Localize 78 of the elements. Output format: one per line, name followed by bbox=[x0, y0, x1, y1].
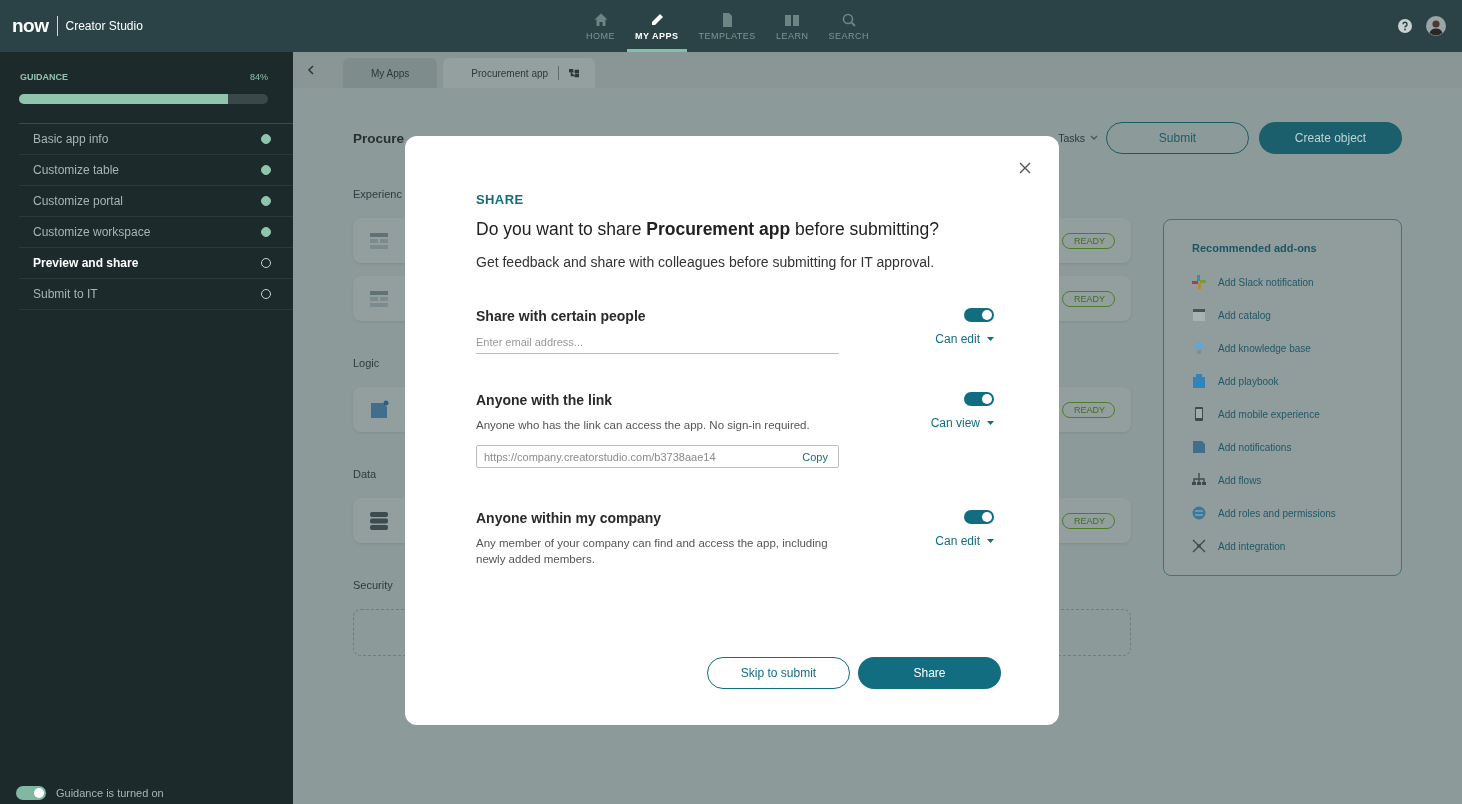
grid-icon bbox=[1192, 275, 1206, 289]
table-icon bbox=[369, 288, 389, 309]
note-icon bbox=[1192, 440, 1206, 454]
skip-button[interactable]: Skip to submit bbox=[707, 657, 850, 689]
guidance-step[interactable]: Submit to IT bbox=[19, 279, 293, 310]
section-label: Security bbox=[353, 578, 393, 592]
dialog-title: Do you want to share Procurement app before submitting? bbox=[476, 219, 940, 240]
addon-link[interactable]: Add playbook bbox=[1218, 375, 1279, 387]
nav-tab[interactable]: LEARN bbox=[767, 0, 817, 52]
toggle-label: Guidance is turned on bbox=[56, 787, 164, 799]
panel-title: Recommended add-ons bbox=[1192, 242, 1318, 254]
addon-link[interactable]: Add notifications bbox=[1218, 441, 1292, 453]
addon-link[interactable]: Add Slack notification bbox=[1218, 276, 1314, 288]
guidance-title: GUIDANCE bbox=[20, 72, 68, 82]
permission-dropdown[interactable]: Can edit bbox=[935, 332, 994, 346]
note-icon bbox=[369, 399, 389, 420]
share-toggle[interactable] bbox=[964, 510, 994, 524]
app-heading: Procure bbox=[353, 130, 405, 146]
globe-icon bbox=[1192, 506, 1206, 520]
avatar-icon[interactable] bbox=[1426, 16, 1446, 36]
addon-link[interactable]: Add catalog bbox=[1218, 309, 1271, 321]
option-description: Anyone who has the link can access the app. No sign-in required. bbox=[476, 418, 811, 433]
product-name: Creator Studio bbox=[65, 19, 143, 33]
help-icon[interactable] bbox=[1398, 19, 1412, 33]
share-toggle[interactable] bbox=[964, 308, 994, 322]
addon-link[interactable]: Add knowledge base bbox=[1218, 342, 1311, 354]
guidance-step[interactable]: Customize table bbox=[19, 155, 293, 186]
hierarchy-icon bbox=[569, 68, 580, 78]
close-button[interactable] bbox=[1017, 160, 1033, 176]
lightbulb-icon bbox=[1192, 341, 1206, 355]
copy-link[interactable]: Copy bbox=[802, 450, 828, 463]
permission-dropdown[interactable]: Can view bbox=[930, 416, 994, 430]
guidance-step[interactable]: Customize workspace bbox=[19, 217, 293, 248]
flow-icon bbox=[1192, 473, 1206, 487]
caret-icon bbox=[987, 421, 994, 425]
catalog-icon bbox=[1192, 308, 1206, 322]
link-field[interactable]: https://company.creatorstudio.com/b3738aae14 Copy bbox=[476, 445, 839, 468]
close-icon bbox=[1019, 162, 1031, 174]
dialog-subtitle: Get feedback and share with colleagues before submitting for IT approval. bbox=[476, 254, 936, 270]
caret-icon bbox=[987, 539, 994, 543]
search-icon bbox=[840, 12, 857, 28]
addon-link[interactable]: Add mobile experience bbox=[1218, 408, 1320, 420]
app-tab[interactable]: My Apps bbox=[343, 58, 438, 88]
section-label: Logic bbox=[353, 356, 380, 370]
option-title: Anyone with the link bbox=[476, 392, 614, 408]
link-url: https://company.creatorstudio.com/b3738aae14 bbox=[484, 450, 716, 463]
create-button[interactable]: Create object bbox=[1259, 122, 1402, 154]
home-icon bbox=[592, 12, 609, 28]
app-tab[interactable]: Procurement app bbox=[443, 58, 596, 88]
guidance-step[interactable]: Preview and share bbox=[19, 248, 293, 279]
addon-link[interactable]: Add roles and permissions bbox=[1218, 507, 1336, 519]
database-icon bbox=[369, 510, 389, 531]
share-button[interactable]: Share bbox=[858, 657, 1001, 689]
option-title: Share with certain people bbox=[476, 308, 647, 324]
bag-icon bbox=[1192, 374, 1206, 388]
logo: now bbox=[12, 16, 58, 36]
guidance-step[interactable]: Customize portal bbox=[19, 186, 293, 217]
chevron-left-icon bbox=[307, 65, 315, 75]
caret-icon bbox=[987, 337, 994, 341]
book-icon bbox=[784, 12, 801, 28]
nav-tab[interactable]: TEMPLATES bbox=[690, 0, 764, 52]
section-label: Data bbox=[353, 467, 377, 481]
chevron-down-icon bbox=[1090, 135, 1098, 141]
guidance-toggle[interactable] bbox=[16, 786, 46, 800]
phone-icon bbox=[1192, 407, 1206, 421]
nav-tab[interactable]: SEARCH bbox=[820, 0, 877, 52]
option-description: Any member of your company can find and access the app, including newly added members. bbox=[476, 536, 829, 567]
table-icon bbox=[369, 230, 389, 251]
permission-dropdown[interactable]: Can edit bbox=[935, 534, 994, 548]
addon-link[interactable]: Add flows bbox=[1218, 474, 1262, 486]
dialog-eyebrow: SHARE bbox=[476, 192, 525, 207]
section-label: Experienc bbox=[353, 187, 402, 201]
nav-tab[interactable]: HOME bbox=[578, 0, 623, 52]
guidance-step[interactable]: Basic app info bbox=[19, 124, 293, 155]
addon-link[interactable]: Add integration bbox=[1218, 540, 1286, 552]
share-toggle[interactable] bbox=[964, 392, 994, 406]
progress-percent: 84% bbox=[250, 72, 268, 82]
option-title: Anyone within my company bbox=[476, 510, 663, 526]
